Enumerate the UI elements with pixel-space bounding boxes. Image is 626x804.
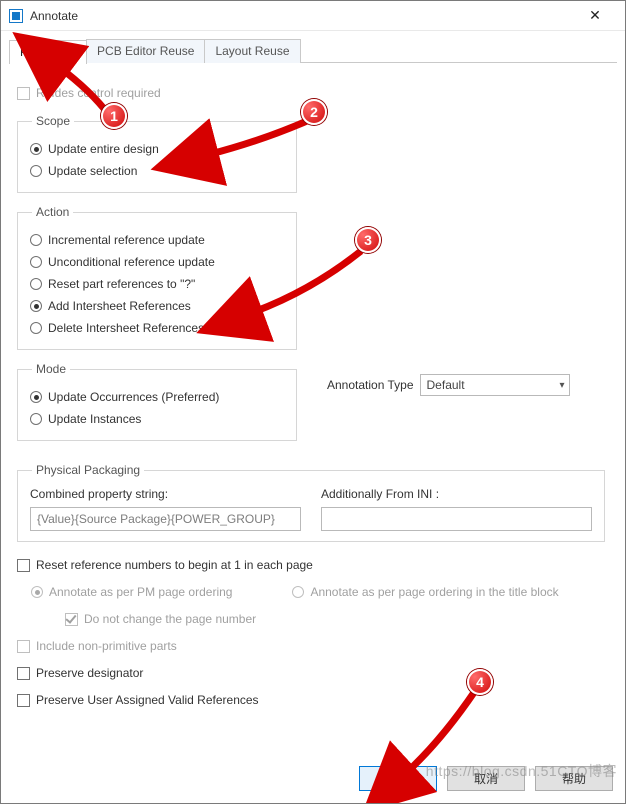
radio-label: Update Occurrences (Preferred)	[48, 390, 219, 404]
checkbox-label: Reset reference numbers to begin at 1 in…	[36, 558, 313, 572]
checkbox-label: Include non-primitive parts	[36, 639, 177, 653]
app-icon	[9, 9, 23, 23]
radio-label: Reset part references to "?"	[48, 277, 195, 291]
radio-label: Add Intersheet References	[48, 299, 191, 313]
tab-label: PCB Editor Reuse	[97, 44, 194, 58]
tab-packaging[interactable]: Packaging	[9, 40, 87, 64]
annotate-title-radio: Annotate as per page ordering in the tit…	[292, 581, 558, 603]
mode-update-instances[interactable]: Update Instances	[30, 408, 284, 430]
checkbox-label: Do not change the page number	[84, 612, 256, 626]
client-area: Packaging PCB Editor Reuse Layout Reuse …	[1, 31, 625, 720]
action-group: Action Incremental reference update Unco…	[17, 205, 297, 350]
radio-icon	[30, 278, 42, 290]
callout-2: 2	[301, 99, 327, 125]
radio-icon	[292, 586, 304, 598]
tab-content: Refdes control required Scope Update ent…	[9, 63, 617, 720]
close-icon[interactable]: ✕	[573, 1, 617, 31]
radio-label: Update selection	[48, 164, 137, 178]
checkbox-icon	[65, 613, 78, 626]
window-title: Annotate	[30, 9, 573, 23]
include-non-primitive-checkbox: Include non-primitive parts	[17, 635, 609, 657]
titlebar: Annotate ✕	[1, 1, 625, 31]
input-value: {Value}{Source Package}{POWER_GROUP}	[37, 512, 275, 526]
tab-layout-reuse[interactable]: Layout Reuse	[204, 39, 300, 63]
radio-icon	[31, 586, 43, 598]
checkbox-label: Preserve designator	[36, 666, 143, 680]
callout-4: 4	[467, 669, 493, 695]
checkbox-icon	[17, 694, 30, 707]
scope-update-entire[interactable]: Update entire design	[30, 138, 284, 160]
group-legend: Physical Packaging	[32, 463, 144, 477]
checkbox-icon	[17, 640, 30, 653]
watermark: https://blog.csdn.51CTO博客	[426, 761, 617, 781]
annotation-type-select[interactable]: Default ▾	[420, 374, 570, 396]
button-label: 确定	[386, 770, 410, 787]
radio-label: Delete Intersheet References	[48, 321, 204, 335]
action-add-intersheet[interactable]: Add Intersheet References	[30, 295, 284, 317]
checkbox-label: Preserve User Assigned Valid References	[36, 693, 259, 707]
radio-icon	[30, 256, 42, 268]
preserve-user-valid-checkbox[interactable]: Preserve User Assigned Valid References	[17, 689, 609, 711]
radio-icon	[30, 165, 42, 177]
chevron-down-icon: ▾	[559, 380, 564, 391]
reset-begin-1-checkbox[interactable]: Reset reference numbers to begin at 1 in…	[17, 554, 609, 576]
annotation-type-row: Annotation Type Default ▾	[327, 374, 570, 396]
mode-and-type-row: Mode Update Occurrences (Preferred) Upda…	[17, 362, 609, 453]
scope-update-selection[interactable]: Update selection	[30, 160, 284, 182]
group-legend: Scope	[32, 114, 74, 128]
radio-icon	[30, 143, 42, 155]
radio-icon	[30, 300, 42, 312]
radio-label: Annotate as per PM page ordering	[49, 585, 232, 599]
checkbox-icon	[17, 559, 30, 572]
checkbox-icon	[17, 667, 30, 680]
tab-pcb-editor-reuse[interactable]: PCB Editor Reuse	[86, 39, 205, 63]
callout-3: 3	[355, 227, 381, 253]
action-incremental[interactable]: Incremental reference update	[30, 229, 284, 251]
annotation-type-label: Annotation Type	[327, 378, 414, 392]
group-legend: Action	[32, 205, 73, 219]
tab-label: Layout Reuse	[215, 44, 289, 58]
radio-icon	[30, 391, 42, 403]
radio-label: Update Instances	[48, 412, 141, 426]
radio-label: Annotate as per page ordering in the tit…	[310, 585, 558, 599]
preserve-designator-checkbox[interactable]: Preserve designator	[17, 662, 609, 684]
ini-input[interactable]	[321, 507, 592, 531]
mode-group: Mode Update Occurrences (Preferred) Upda…	[17, 362, 297, 441]
tab-label: Packaging	[20, 45, 76, 59]
combined-property-input[interactable]: {Value}{Source Package}{POWER_GROUP}	[30, 507, 301, 531]
radio-icon	[30, 322, 42, 334]
group-legend: Mode	[32, 362, 70, 376]
no-change-page-checkbox: Do not change the page number	[65, 608, 609, 630]
checkbox-label: Refdes control required	[36, 86, 161, 100]
callout-1: 1	[101, 103, 127, 129]
annotate-dialog: Annotate ✕ Packaging PCB Editor Reuse La…	[0, 0, 626, 804]
checkbox-icon	[17, 87, 30, 100]
action-delete-intersheet[interactable]: Delete Intersheet References	[30, 317, 284, 339]
radio-icon	[30, 234, 42, 246]
action-unconditional[interactable]: Unconditional reference update	[30, 251, 284, 273]
tab-bar: Packaging PCB Editor Reuse Layout Reuse	[9, 39, 617, 63]
radio-label: Unconditional reference update	[48, 255, 215, 269]
scope-group: Scope Update entire design Update select…	[17, 114, 297, 193]
action-reset-question[interactable]: Reset part references to "?"	[30, 273, 284, 295]
combined-label: Combined property string:	[30, 487, 301, 501]
annotate-pm-radio: Annotate as per PM page ordering	[31, 581, 232, 603]
select-value: Default	[427, 378, 465, 392]
radio-label: Incremental reference update	[48, 233, 205, 247]
ini-label: Additionally From INI :	[321, 487, 592, 501]
physical-packaging-group: Physical Packaging Combined property str…	[17, 463, 605, 542]
mode-update-occurrences[interactable]: Update Occurrences (Preferred)	[30, 386, 284, 408]
radio-icon	[30, 413, 42, 425]
radio-label: Update entire design	[48, 142, 159, 156]
